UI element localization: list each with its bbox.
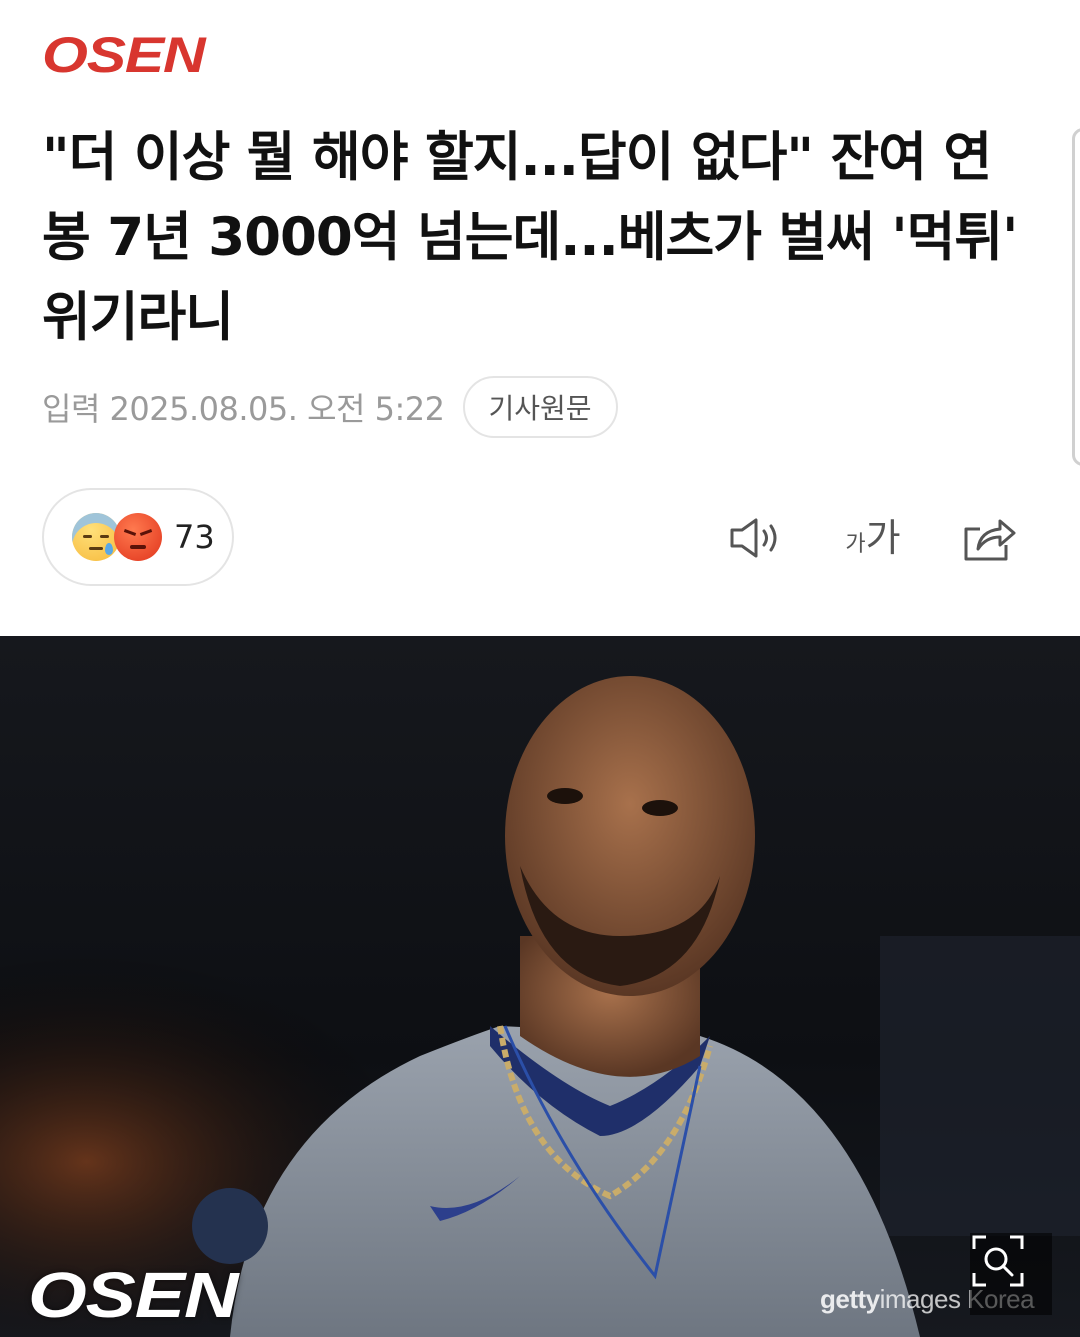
player-illustration (0, 636, 1080, 1337)
font-size-icon: 가가 (845, 516, 901, 560)
zoom-icon (972, 1235, 1024, 1287)
speaker-icon[interactable] (726, 508, 786, 568)
photo-logo-overlay: OSEN (28, 1259, 238, 1331)
reaction-count: 73 (174, 518, 215, 556)
angry-face-icon (114, 513, 162, 561)
zoom-button[interactable] (970, 1233, 1052, 1315)
article-photo[interactable]: OSEN gettyimages Korea (0, 636, 1080, 1337)
font-size-button[interactable]: 가가 (840, 508, 906, 568)
original-article-button[interactable]: 기사원문 (462, 376, 618, 438)
article-page: OSEN "더 이상 뭘 해야 할지...답이 없다" 잔여 연봉 7년 300… (0, 0, 1080, 1337)
article-headline: "더 이상 뭘 해야 할지...답이 없다" 잔여 연봉 7년 3000억 넘는… (42, 127, 1018, 348)
reaction-button[interactable]: 73 (42, 488, 234, 586)
share-icon[interactable] (958, 508, 1018, 568)
publish-date: 입력 2025.08.05. 오전 5:22 (42, 390, 445, 428)
osen-logo[interactable]: OSEN (42, 30, 206, 80)
sad-face-icon (72, 513, 120, 561)
scroll-indicator (1072, 128, 1080, 466)
article-meta: 입력 2025.08.05. 오전 5:22 기사원문 (42, 376, 618, 438)
